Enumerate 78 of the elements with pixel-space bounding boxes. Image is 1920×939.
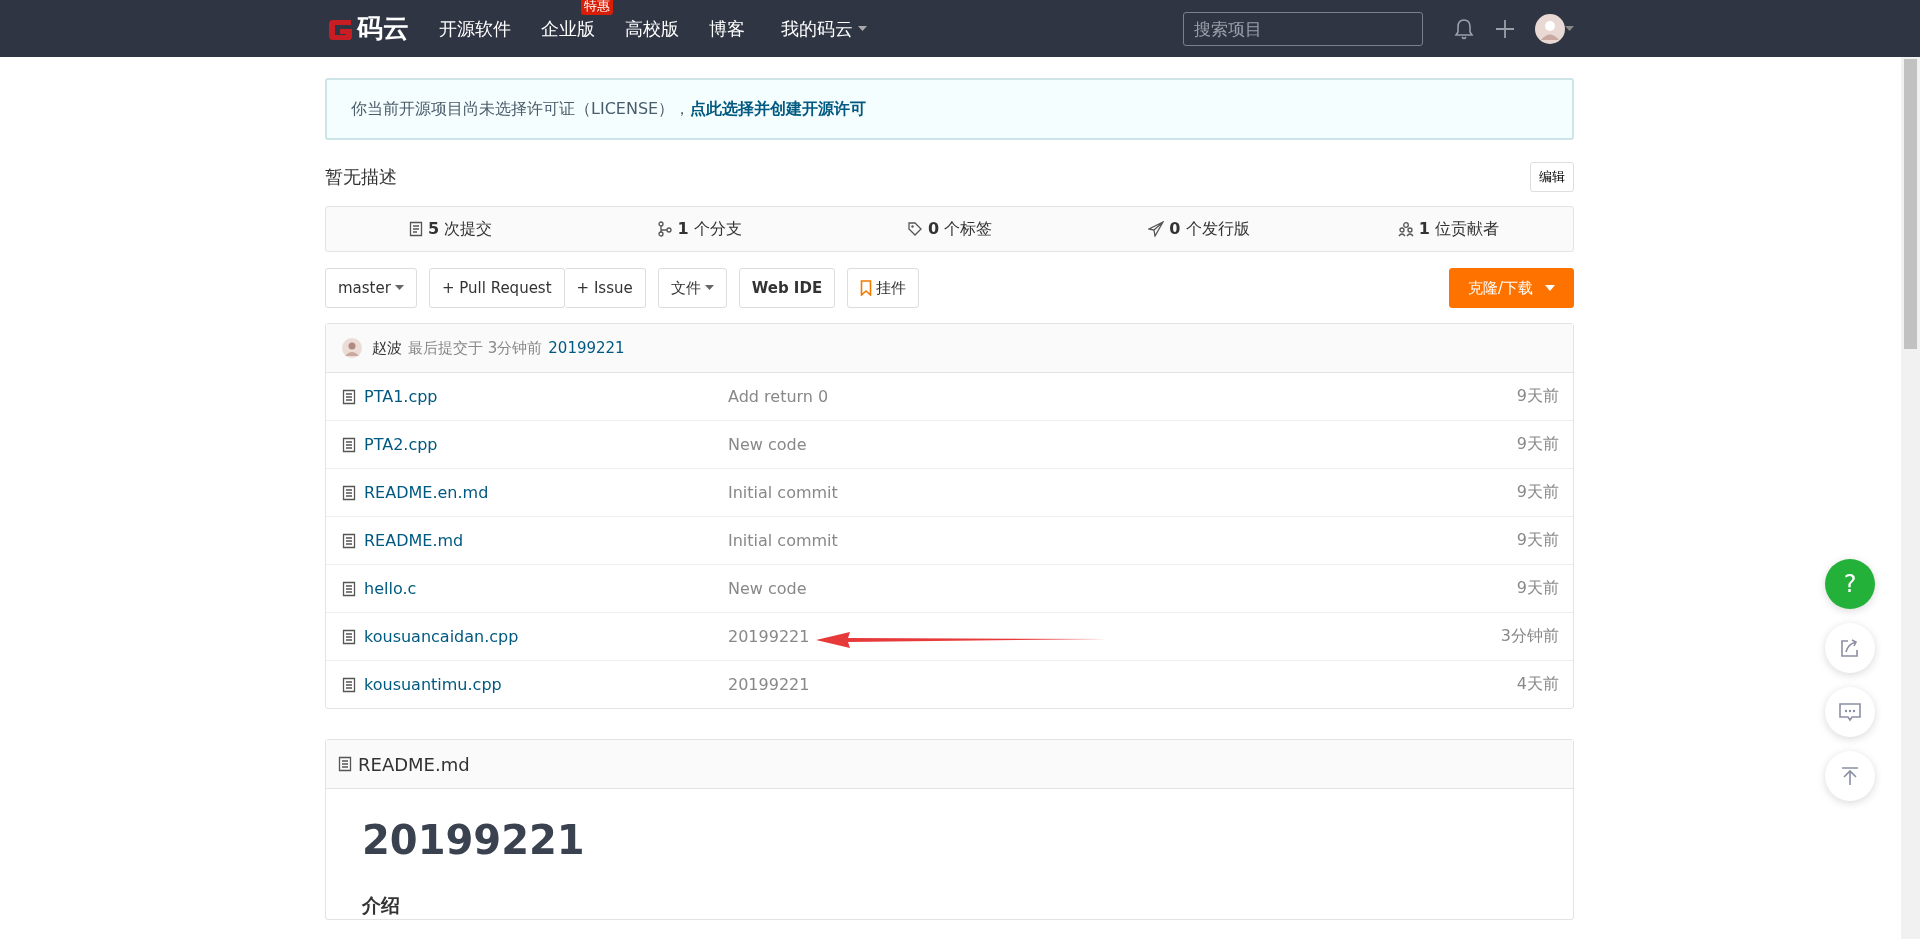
plus-icon[interactable]: [1495, 18, 1515, 39]
commit-message[interactable]: New code: [728, 579, 807, 598]
bookmark-icon: [860, 280, 873, 296]
file-icon: [342, 484, 356, 501]
nav-link[interactable]: 博客: [709, 16, 745, 41]
nav-link[interactable]: 我的码云: [781, 16, 853, 41]
back-to-top-icon: [1840, 766, 1860, 786]
file-time: 9天前: [1516, 482, 1559, 503]
avatar[interactable]: [1535, 13, 1565, 44]
file-dropdown[interactable]: 文件: [657, 268, 727, 308]
file-link[interactable]: kousuantimu.cpp: [364, 675, 502, 694]
file-link[interactable]: README.md: [364, 531, 464, 550]
commit-info: 最后提交于 3分钟前: [408, 338, 543, 358]
commit-message[interactable]: 20199221: [728, 627, 810, 646]
file-icon: [342, 628, 356, 645]
caret-icon[interactable]: [858, 25, 867, 32]
nav-link[interactable]: 企业版: [541, 16, 595, 41]
commit-message[interactable]: Add return 0: [728, 387, 829, 406]
commit-link[interactable]: 20199221: [548, 339, 625, 357]
commit-message[interactable]: Initial commit: [728, 483, 838, 502]
scrollbar[interactable]: [1901, 57, 1920, 939]
caret-icon[interactable]: [1565, 25, 1574, 32]
paper-plane-icon: [1148, 221, 1165, 237]
readme-filename: README.md: [358, 753, 470, 775]
readme-title: 20199221: [362, 817, 586, 863]
bell-icon[interactable]: [1453, 16, 1475, 41]
pull-request-button[interactable]: + Pull Request: [428, 268, 565, 308]
edit-button[interactable]: 编辑: [1530, 162, 1574, 192]
stat-link[interactable]: 0 个发行版: [1074, 218, 1324, 240]
author-link[interactable]: 赵波: [372, 338, 402, 358]
file-icon: [342, 436, 356, 453]
nav-link[interactable]: 高校版: [625, 16, 679, 41]
caret-icon: [394, 285, 404, 291]
widget-button[interactable]: 挂件: [847, 268, 920, 308]
commit-message[interactable]: New code: [728, 435, 807, 454]
stat-link[interactable]: 1 位贡献者: [1323, 218, 1574, 240]
caret-icon: [1545, 285, 1555, 291]
file-link[interactable]: PTA2.cpp: [364, 435, 438, 454]
branch-dropdown[interactable]: master: [325, 268, 417, 308]
document-icon: [338, 756, 352, 772]
document-icon: [409, 221, 424, 237]
stat-link[interactable]: 0 个标签: [824, 218, 1075, 240]
file-time: 3分钟前: [1500, 626, 1559, 647]
file-time: 9天前: [1516, 434, 1559, 455]
file-link[interactable]: hello.c: [364, 579, 417, 598]
file-time: 9天前: [1516, 530, 1559, 551]
search-field[interactable]: 搜索项目: [1183, 11, 1423, 46]
stat-link[interactable]: 1 个分支: [575, 218, 825, 240]
tag-icon: [906, 221, 923, 237]
notice-text: 你当前开源项目尚未选择许可证（LICENSE），: [351, 98, 691, 120]
file-time: 4天前: [1516, 674, 1559, 695]
stat-link[interactable]: 5 次提交: [326, 218, 576, 240]
file-link[interactable]: kousuancaidan.cpp: [364, 627, 519, 646]
file-icon: [342, 580, 356, 597]
file-link[interactable]: PTA1.cpp: [364, 387, 438, 406]
nav-link[interactable]: 开源软件: [439, 16, 511, 41]
issue-button[interactable]: + Issue: [564, 268, 646, 308]
readme-heading: 介绍: [362, 893, 401, 918]
project-description: 暂无描述: [325, 165, 397, 189]
license-link[interactable]: 点此选择并创建开源许可: [690, 98, 867, 120]
back-to-top-button[interactable]: [1825, 751, 1875, 801]
logo-text[interactable]: 码云: [357, 11, 409, 46]
comment-button[interactable]: [1825, 687, 1875, 737]
web-ide-button[interactable]: Web IDE: [738, 268, 836, 308]
file-icon: [342, 676, 356, 693]
share-icon: [1840, 638, 1860, 658]
commit-message[interactable]: Initial commit: [728, 531, 838, 550]
file-icon: [342, 388, 356, 405]
file-time: 9天前: [1516, 386, 1559, 407]
file-time: 9天前: [1516, 578, 1559, 599]
file-icon: [342, 532, 356, 549]
people-icon: [1397, 221, 1414, 237]
branch-icon: [658, 221, 673, 237]
comment-icon: [1839, 702, 1861, 722]
caret-icon: [704, 285, 714, 291]
commit-message[interactable]: 20199221: [728, 675, 810, 694]
share-button[interactable]: [1825, 623, 1875, 673]
file-link[interactable]: README.en.md: [364, 483, 489, 502]
